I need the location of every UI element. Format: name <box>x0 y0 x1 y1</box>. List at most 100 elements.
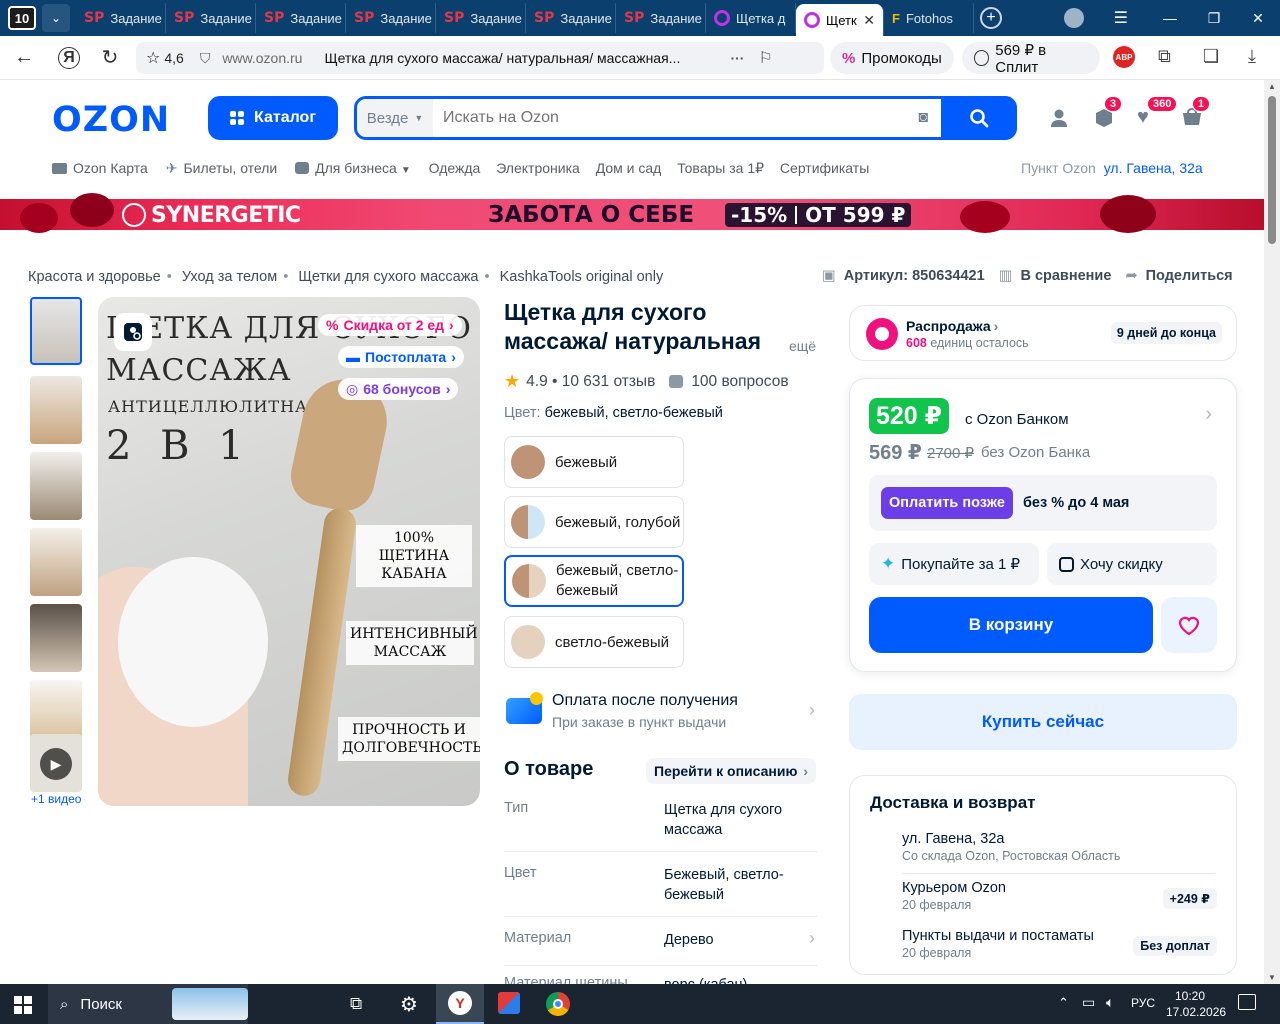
close-window-icon[interactable]: ✕ <box>1236 10 1280 27</box>
browser-tab[interactable]: SP Задание <box>436 3 526 33</box>
topnav-item-business[interactable]: Для бизнеса <box>315 160 397 176</box>
language-indicator[interactable]: РУС <box>1131 996 1155 1010</box>
more-icon[interactable]: ··· <box>730 50 744 66</box>
want-discount-button[interactable]: Хочу скидку <box>1047 543 1217 585</box>
buy-for-1-button[interactable]: ✦ Покупайте за 1 ₽ <box>869 543 1039 585</box>
topnav-item-card[interactable]: Ozon Карта <box>73 160 148 176</box>
browser-tab[interactable]: SP Задание <box>616 3 706 33</box>
pickup-point[interactable]: Пункт Ozon ул. Гавена, 32а <box>1021 160 1203 178</box>
pay-later-box[interactable]: Оплатить позже без % до 4 мая <box>869 475 1217 531</box>
breadcrumb-item[interactable]: Красота и здоровье <box>28 269 161 285</box>
thumbnail-1[interactable] <box>30 297 82 365</box>
url-box[interactable]: ☆ 4,6 ⛉ www.ozon.ru Щетка для сухого мас… <box>136 42 824 74</box>
discount-tag[interactable]: % Скидка от 2 ед › <box>318 314 462 336</box>
spec-row[interactable]: Материал Дерево › <box>504 928 817 966</box>
image-search-button[interactable] <box>114 313 152 351</box>
questions-link[interactable]: 100 вопросов <box>691 373 788 391</box>
add-to-cart-button[interactable]: В корзину <box>869 597 1153 653</box>
scrollbar-thumb[interactable] <box>1268 96 1276 244</box>
topnav-item-certificates[interactable]: Сертификаты <box>780 160 869 176</box>
video-thumbnail[interactable]: ▶ <box>30 734 82 792</box>
browser-tab[interactable]: Щетка д <box>706 3 796 33</box>
network-icon[interactable]: ▭ <box>1082 994 1095 1011</box>
chevron-right-icon[interactable]: › <box>1205 403 1212 426</box>
search-button[interactable] <box>941 96 1017 140</box>
thumbnail-3[interactable] <box>30 452 82 520</box>
browser-tab[interactable]: SP Задание <box>76 3 166 33</box>
photos-app-icon[interactable] <box>498 992 520 1014</box>
windows-start-icon[interactable] <box>14 996 32 1014</box>
promo-banner[interactable]: SYNERGETIC ЗАБОТА О СЕБЕ -15% ОТ 599 ₽ <box>0 193 1264 233</box>
search-input[interactable] <box>443 109 893 127</box>
extensions-icon[interactable]: ⧉ <box>1158 46 1171 67</box>
browser-tab[interactable]: SP Задание <box>346 3 436 33</box>
bank-price-badge[interactable]: 520 ₽ <box>869 398 950 434</box>
color-option-light-beige[interactable]: светло-бежевый <box>504 616 684 668</box>
favorite-button[interactable] <box>1161 597 1217 653</box>
breadcrumb-item[interactable]: Щетки для сухого массажа <box>298 269 478 285</box>
page-scrollbar[interactable]: ▲ ▼ <box>1264 80 1280 984</box>
browser-tab[interactable]: SP Задание <box>256 3 346 33</box>
go-to-description-button[interactable]: Перейти к описанию › <box>646 758 817 784</box>
tray-chevron-up-icon[interactable]: ⌃ <box>1058 995 1069 1011</box>
browser-tab[interactable]: SP Задание <box>526 3 616 33</box>
profile-icon[interactable] <box>1063 8 1084 28</box>
search-scope-select[interactable]: Везде ▼ <box>357 99 433 137</box>
new-tab-button[interactable]: + <box>980 7 1002 29</box>
bonus-tag[interactable]: ◎ 68 бонусов › <box>338 378 459 400</box>
tab-list-chevron-icon[interactable]: ⌄ <box>42 4 70 32</box>
breadcrumb-item[interactable]: Уход за телом <box>182 269 277 285</box>
thumbnail-4[interactable] <box>30 528 82 596</box>
browser-tab[interactable]: F Fotohos <box>884 3 974 33</box>
scrollbar-down-arrow[interactable]: ▼ <box>1268 973 1276 982</box>
title-more-link[interactable]: ещё <box>789 338 816 354</box>
user-icon[interactable] <box>1049 108 1069 133</box>
pay-later-button[interactable]: Оплатить позже <box>881 487 1013 519</box>
close-tab-icon[interactable]: ✕ <box>863 12 875 29</box>
compare-button[interactable]: В сравнение <box>1020 268 1111 284</box>
url-page-title[interactable]: Щетка для сухого массажа/ натуральная/ м… <box>324 50 714 66</box>
volume-icon[interactable]: 🔈︎ <box>1106 994 1114 1011</box>
collections-icon[interactable]: ❏ <box>1203 46 1219 67</box>
color-option-beige[interactable]: бежевый <box>504 436 684 488</box>
task-view-icon[interactable]: ⧉ <box>350 994 362 1014</box>
scrollbar-up-arrow[interactable]: ▲ <box>1268 82 1276 91</box>
thumbnail-2[interactable] <box>30 376 82 444</box>
pickup-address[interactable]: ул. Гавена, 32а <box>1104 160 1203 176</box>
settings-gear-icon[interactable]: ⚙ <box>400 992 418 1017</box>
color-option-beige-blue[interactable]: бежевый, голубой <box>504 496 684 548</box>
topnav-item-home[interactable]: Дом и сад <box>596 160 662 176</box>
delivery-row-pickup[interactable]: ул. Гавена, 32а Со склада Ozon, Ростовск… <box>902 831 1217 871</box>
article-number[interactable]: Артикул: 850634421 <box>844 268 985 284</box>
topnav-item-clothes[interactable]: Одежда <box>429 160 481 176</box>
sale-card[interactable]: Распродажа › 608 единиц осталось 9 дней д… <box>849 305 1237 361</box>
browser-tab[interactable]: SP Задание <box>166 3 256 33</box>
adblock-icon[interactable]: ABP <box>1113 46 1135 68</box>
delivery-row-points[interactable]: Пункты выдачи и постаматы 20 февраля Без… <box>902 928 1217 968</box>
topnav-item-one-ruble[interactable]: Товары за 1₽ <box>677 160 764 176</box>
thumbnail-5[interactable] <box>30 604 82 672</box>
heart-icon[interactable]: ♥ <box>1137 106 1149 129</box>
topnav-item-tickets[interactable]: Билеты, отели <box>183 160 277 176</box>
tab-count-button[interactable]: 10 <box>8 6 36 30</box>
menu-icon[interactable]: ☰ <box>1114 8 1128 28</box>
color-option-beige-light-beige[interactable]: бежевый, светло-бежевый <box>504 555 684 607</box>
breadcrumb-item[interactable]: KashkaTools original only <box>500 269 664 285</box>
rating-reviews[interactable]: 4.9 • 10 631 отзыв <box>526 373 655 391</box>
url-domain[interactable]: www.ozon.ru <box>222 50 302 66</box>
lock-icon[interactable]: ⛉ <box>200 50 211 67</box>
minimize-icon[interactable]: — <box>1148 10 1192 26</box>
taskbar-search[interactable]: ⌕ Поиск <box>48 984 248 1024</box>
clock[interactable]: 10:20 17.02.2026 <box>1166 988 1226 1020</box>
ozon-logo[interactable]: OZON <box>52 100 170 140</box>
product-main-image[interactable]: ЩЕТКА ДЛЯ СУХОГО МАССАЖА АНТИЦЕЛЛЮЛИТНАЯ… <box>98 297 480 806</box>
promo-codes-button[interactable]: % Промокоды <box>830 42 954 74</box>
star-icon[interactable]: ☆ <box>146 48 160 68</box>
browser-tab[interactable]: Щетк ✕ <box>796 4 884 36</box>
split-button[interactable]: 569 ₽ в Сплит <box>962 42 1100 76</box>
catalog-button[interactable]: Каталог <box>208 96 338 140</box>
buy-now-button[interactable]: Купить сейчас <box>849 694 1237 750</box>
camera-icon[interactable]: ◙ <box>918 109 928 127</box>
share-button[interactable]: Поделиться <box>1146 268 1233 284</box>
reload-icon[interactable]: ↻ <box>94 42 126 74</box>
